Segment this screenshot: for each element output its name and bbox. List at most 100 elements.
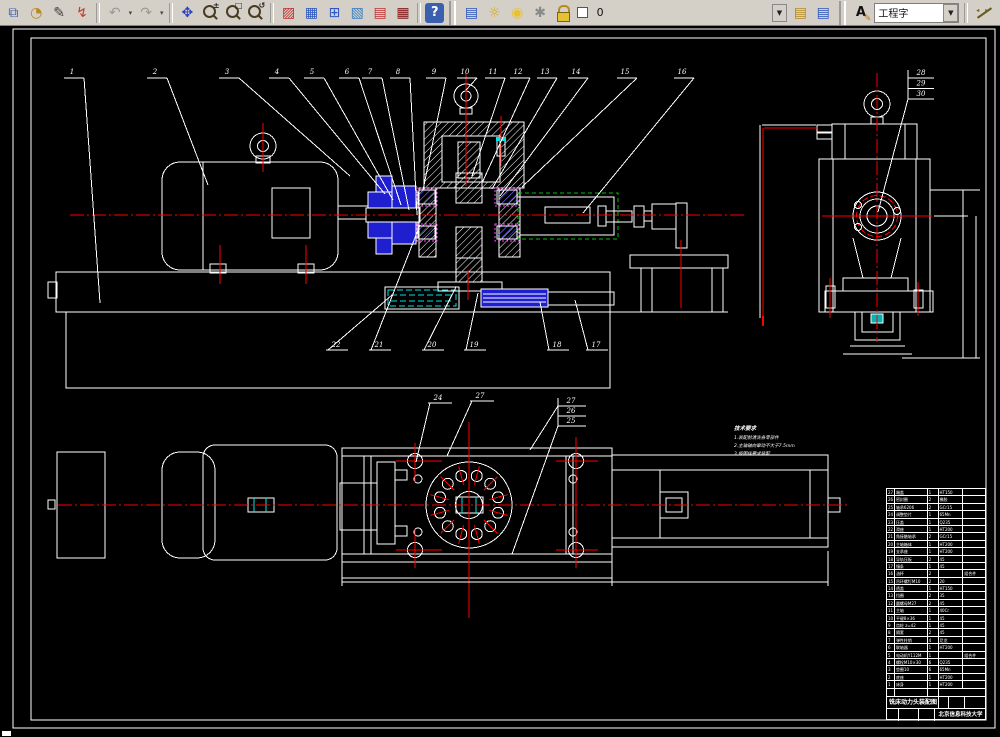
notes-line: 1.装配前清洗各零部件 <box>734 435 795 443</box>
bom-cell: 电动机Y112M <box>895 652 928 659</box>
image-icon[interactable]: ▧ <box>347 2 368 24</box>
bom-cell: 1 <box>928 548 939 555</box>
bom-cell: HT200 <box>939 548 964 555</box>
bom-cell: 1 <box>928 526 939 533</box>
bom-cell: 45 <box>939 556 964 563</box>
bom-cell: 2 <box>928 629 939 636</box>
zoom-realtime-icon[interactable]: ± <box>200 2 221 24</box>
make-object-layer-icon[interactable]: ▤ <box>790 2 811 24</box>
tb-cell <box>939 697 949 709</box>
sheets-icon[interactable]: ▤ <box>370 2 391 24</box>
tb-cell <box>887 709 899 721</box>
callout-label: 25 <box>566 417 576 425</box>
pencil-icon[interactable]: ✎ <box>49 2 70 24</box>
bom-row: 9齿轮 z=42145 <box>887 622 985 629</box>
bom-cell: 16 <box>887 570 895 577</box>
bom-cell: 35 <box>939 592 964 599</box>
tb-cell <box>949 697 965 709</box>
text-style-combo[interactable]: 工程字▼ <box>874 3 959 23</box>
bom-cell: 橡胶 <box>939 496 964 503</box>
callout-label: 15 <box>621 68 630 76</box>
layers-icon[interactable]: ▤ <box>461 2 482 24</box>
zoom-previous-icon[interactable]: ↺ <box>245 2 266 24</box>
dim-style-icon[interactable] <box>972 2 997 24</box>
callout-label: 3 <box>225 68 230 76</box>
layer-color-swatch[interactable] <box>575 2 590 24</box>
bom-cell <box>963 629 985 636</box>
bom-cell <box>963 659 985 666</box>
bom-row: 8隔套245 <box>887 629 985 636</box>
bom-cell: HT150 <box>939 489 964 496</box>
bom-cell: 支承座 <box>895 548 928 555</box>
bom-cell: 透盖 <box>895 585 928 592</box>
callout-label: 4 <box>274 68 279 76</box>
bom-row: 24调整垫片165Mn <box>887 511 985 518</box>
bigsep-separator <box>839 1 846 25</box>
layer-lock-icon[interactable] <box>553 2 574 24</box>
bom-rows: 27端盖1HT15026密封圈2橡胶25轴承62062GCr1524调整垫片16… <box>887 489 985 689</box>
bom-cell <box>963 519 985 526</box>
help-icon[interactable]: ? <box>425 3 444 23</box>
layer-combo[interactable]: 0▼ <box>594 3 787 23</box>
pan-icon[interactable]: ✥ <box>177 2 198 24</box>
bom-cell: 6 <box>928 659 939 666</box>
bom-cell: 1 <box>928 511 939 518</box>
bom-cell: 1 <box>928 681 939 688</box>
bom-cell: 6 <box>887 644 895 651</box>
redo-icon[interactable]: ↷ <box>136 2 157 24</box>
bom-cell <box>963 504 985 511</box>
notes-line: 3.按图样要求装配 <box>734 451 795 459</box>
bom-cell: 压盖 <box>895 519 928 526</box>
bom-cell: 2 <box>928 533 939 540</box>
undo-dropdown[interactable]: ▾ <box>126 3 134 23</box>
layer-plot-icon[interactable]: ✱ <box>530 2 551 24</box>
new-file-icon[interactable]: ⧉ <box>3 2 24 24</box>
modify-flash-icon[interactable]: ↯ <box>72 2 93 24</box>
bom-cell <box>939 652 964 659</box>
bom-cell: 镶条 <box>895 563 928 570</box>
layer-on-bulb-icon[interactable]: ☼ <box>484 2 505 24</box>
bom-cell: 尼龙 <box>939 637 964 644</box>
bom-cell <box>963 496 985 503</box>
bom-cell <box>963 592 985 599</box>
callout-label: 2 <box>152 68 158 76</box>
bom-cell: HT150 <box>939 585 964 592</box>
layer-previous-icon[interactable]: ▤ <box>813 2 834 24</box>
layer-freeze-sun-icon[interactable]: ◉ <box>507 2 528 24</box>
bom-cell: 1 <box>928 519 939 526</box>
bom-cell: 5 <box>887 652 895 659</box>
block-insert-icon[interactable]: ⊞ <box>324 2 345 24</box>
ucs-marker <box>2 731 11 736</box>
bom-cell: 2 <box>887 674 895 681</box>
bom-row: 21角接触轴承2GCr15 <box>887 533 985 540</box>
redo-dropdown[interactable]: ▾ <box>158 3 166 23</box>
bom-cell: 吊环螺钉M10 <box>895 578 928 585</box>
sep-separator <box>169 3 173 23</box>
bom-cell: 45 <box>939 563 964 570</box>
bom-cell: 4 <box>887 659 895 666</box>
text-style-icon[interactable]: A✎ <box>851 2 872 24</box>
calculator-icon[interactable]: ▦ <box>393 2 414 24</box>
grid-table-icon[interactable]: ▦ <box>301 2 322 24</box>
layer-combo-caret[interactable]: ▼ <box>772 4 787 22</box>
bom-cell: 40Cr <box>939 607 964 614</box>
bom-cell: 18 <box>887 556 895 563</box>
render-icon[interactable]: ▨ <box>278 2 299 24</box>
undo-icon[interactable]: ↶ <box>104 2 125 24</box>
bom-cell: 轴承6206 <box>895 504 928 511</box>
callout-label: 1 <box>70 68 74 76</box>
callout-label: 13 <box>541 68 550 76</box>
bom-cell: Q235 <box>939 659 964 666</box>
notes-line: 2.主轴轴向窜动不大于7.5mm <box>734 443 795 451</box>
bom-row: 20主轴箱体1HT200 <box>887 541 985 548</box>
zoom-window-icon[interactable]: □ <box>223 2 244 24</box>
bom-cell: 2 <box>928 600 939 607</box>
bom-row: 2底座1HT200 <box>887 674 985 681</box>
text-style-caret[interactable]: ▼ <box>943 4 958 22</box>
sep-separator <box>417 3 421 23</box>
bom-cell: 床身 <box>895 681 928 688</box>
open-icon[interactable]: ◔ <box>26 2 47 24</box>
bom-cell: 2 <box>928 570 939 577</box>
drawing-canvas[interactable]: 1234567891011121314151622212019181728293… <box>0 26 1000 737</box>
bom-row: 25轴承62062GCr15 <box>887 504 985 511</box>
